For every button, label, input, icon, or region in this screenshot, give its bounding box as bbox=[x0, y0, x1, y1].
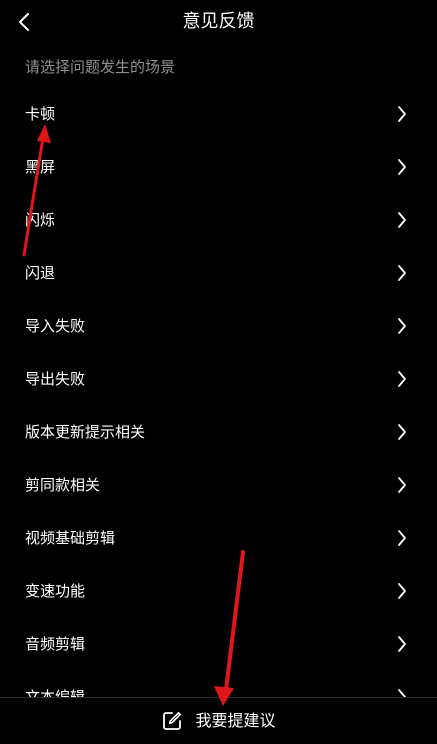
list-item-black-screen[interactable]: 黑屏 bbox=[0, 141, 437, 194]
chevron-right-icon bbox=[398, 212, 406, 228]
list-item-text-editing[interactable]: 文本编辑 bbox=[0, 671, 437, 698]
list-item-crash[interactable]: 闪退 bbox=[0, 247, 437, 300]
list-item-label: 导入失败 bbox=[25, 317, 86, 335]
list-item-label: 变速功能 bbox=[25, 582, 86, 600]
suggest-button[interactable]: 我要提建议 bbox=[0, 697, 437, 744]
list-item-template[interactable]: 剪同款相关 bbox=[0, 459, 437, 512]
list-item-label: 导出失败 bbox=[25, 370, 86, 388]
list-item-label: 黑屏 bbox=[25, 158, 56, 176]
chevron-right-icon bbox=[398, 371, 406, 387]
list-item-label: 视频基础剪辑 bbox=[25, 529, 116, 547]
scene-prompt: 请选择问题发生的场景 bbox=[25, 58, 176, 76]
chevron-right-icon bbox=[398, 424, 406, 440]
list-item-update-prompt[interactable]: 版本更新提示相关 bbox=[0, 406, 437, 459]
list-item-label: 音频剪辑 bbox=[25, 635, 86, 653]
list-item-label: 剪同款相关 bbox=[25, 476, 101, 494]
chevron-right-icon bbox=[398, 583, 406, 599]
list-item-speed[interactable]: 变速功能 bbox=[0, 565, 437, 618]
list-item-import-failed[interactable]: 导入失败 bbox=[0, 300, 437, 353]
list-item-freeze[interactable]: 卡顿 bbox=[0, 88, 437, 141]
chevron-right-icon bbox=[398, 477, 406, 493]
chevron-right-icon bbox=[398, 318, 406, 334]
header-bar: 意见反馈 bbox=[0, 0, 437, 46]
list-item-audio-editing[interactable]: 音频剪辑 bbox=[0, 618, 437, 671]
page-title: 意见反馈 bbox=[182, 11, 255, 32]
chevron-right-icon bbox=[398, 265, 406, 281]
list-item-label: 版本更新提示相关 bbox=[25, 423, 146, 441]
list-item-label: 闪退 bbox=[25, 264, 56, 282]
scene-list: 卡顿 黑屏 闪烁 闪退 导入失败 导出失败 版本更新提示相关 剪同款相关 视频基… bbox=[0, 88, 437, 698]
list-item-flicker[interactable]: 闪烁 bbox=[0, 194, 437, 247]
list-item-label: 闪烁 bbox=[25, 211, 56, 229]
list-item-export-failed[interactable]: 导出失败 bbox=[0, 353, 437, 406]
list-item-basic-editing[interactable]: 视频基础剪辑 bbox=[0, 512, 437, 565]
suggest-label: 我要提建议 bbox=[195, 711, 276, 730]
chevron-right-icon bbox=[398, 159, 406, 175]
chevron-right-icon bbox=[398, 106, 406, 122]
list-item-label: 卡顿 bbox=[25, 105, 56, 123]
chevron-right-icon bbox=[398, 636, 406, 652]
chevron-right-icon bbox=[398, 530, 406, 546]
edit-icon bbox=[161, 710, 183, 732]
